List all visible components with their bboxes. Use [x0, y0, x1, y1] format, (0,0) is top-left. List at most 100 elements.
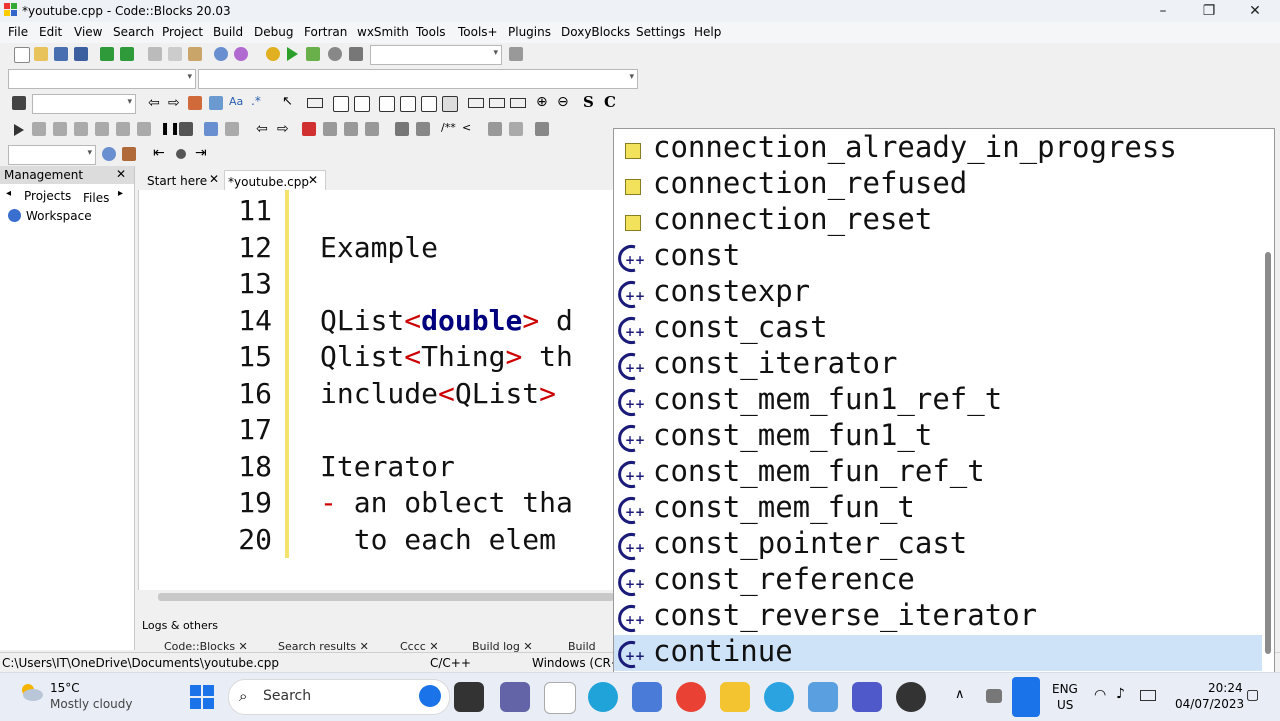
- build-gear-icon[interactable]: [266, 47, 280, 61]
- block-icon-1[interactable]: [379, 96, 395, 112]
- first-icon[interactable]: ⇤: [153, 145, 165, 161]
- input-region[interactable]: US: [1057, 698, 1073, 712]
- step-out-icon[interactable]: [95, 122, 109, 136]
- block-comment-icon[interactable]: /**: [441, 121, 456, 134]
- regex-icon[interactable]: .*: [251, 94, 261, 108]
- jump-forward-icon[interactable]: ⇨: [277, 121, 289, 137]
- redo-icon[interactable]: [120, 47, 134, 61]
- rect-block-icon[interactable]: [307, 98, 323, 108]
- find-icon[interactable]: [214, 47, 228, 61]
- autocomplete-item[interactable]: ++ const_mem_fun_t: [614, 490, 1262, 527]
- debug-windows-icon[interactable]: [204, 122, 218, 136]
- run-icon[interactable]: [287, 47, 298, 61]
- microphone-icon[interactable]: [1012, 677, 1040, 717]
- html-help-icon[interactable]: [509, 122, 523, 136]
- menu-project[interactable]: Project: [162, 25, 203, 39]
- run-to-cursor-icon[interactable]: [32, 122, 46, 136]
- pause-icon[interactable]: ❚❚: [160, 121, 180, 135]
- menu-build[interactable]: Build: [213, 25, 243, 39]
- volume-icon[interactable]: ♪: [1116, 686, 1125, 702]
- target-options-icon[interactable]: [509, 47, 523, 61]
- maximize-button[interactable]: ❐: [1186, 0, 1232, 22]
- highlight-icon[interactable]: [188, 96, 202, 110]
- menu-plugins[interactable]: Plugins: [508, 25, 551, 39]
- c-icon[interactable]: C: [604, 93, 616, 111]
- edge-icon[interactable]: [588, 682, 618, 712]
- menu-file[interactable]: File: [8, 25, 28, 39]
- search-text-select[interactable]: ▾: [32, 94, 136, 114]
- various-info-icon[interactable]: [225, 122, 239, 136]
- close-window-button[interactable]: ✕: [1232, 0, 1278, 22]
- tab-projects[interactable]: Projects: [24, 189, 71, 203]
- step-instruction-icon[interactable]: [137, 122, 151, 136]
- tab-start-here[interactable]: Start here ✕: [142, 170, 222, 190]
- arrow-left-icon[interactable]: ⇦: [148, 95, 160, 111]
- workspace-tree-item[interactable]: Workspace: [26, 209, 92, 223]
- new-file-icon[interactable]: [14, 47, 30, 63]
- wifi-icon[interactable]: ◠: [1094, 687, 1106, 703]
- decision-icon[interactable]: [333, 96, 349, 112]
- autocomplete-item[interactable]: ++ const_mem_fun_ref_t: [614, 454, 1262, 491]
- menu-tools-plus[interactable]: Tools+: [458, 25, 498, 39]
- menu-edit[interactable]: Edit: [39, 25, 62, 39]
- chrome-icon[interactable]: [676, 682, 706, 712]
- block-icon-5[interactable]: [468, 98, 484, 108]
- menu-debug[interactable]: Debug: [254, 25, 293, 39]
- match-case-icon[interactable]: Aa: [229, 95, 243, 108]
- menu-fortran[interactable]: Fortran: [304, 25, 347, 39]
- search-options-icon[interactable]: [122, 147, 136, 161]
- debug-continue-icon[interactable]: [14, 124, 24, 136]
- chat-icon[interactable]: [500, 682, 530, 712]
- clear-icon[interactable]: [12, 96, 26, 110]
- paste-icon[interactable]: [188, 47, 202, 61]
- undo-icon[interactable]: [100, 47, 114, 61]
- open-folder-icon[interactable]: [34, 47, 48, 61]
- autocomplete-item[interactable]: ++ const_pointer_cast: [614, 526, 1262, 563]
- autocomplete-item[interactable]: ++ const_mem_fun1_t: [614, 418, 1262, 455]
- clock-time[interactable]: 20:24: [1208, 681, 1243, 695]
- bookmark-prev-icon[interactable]: [323, 122, 337, 136]
- block-icon-3[interactable]: [421, 96, 437, 112]
- build-target-select[interactable]: ▾: [370, 45, 502, 65]
- bookmark-toggle-icon[interactable]: [302, 122, 316, 136]
- autocomplete-item[interactable]: ++ const_mem_fun1_ref_t: [614, 382, 1262, 419]
- teams-icon[interactable]: [852, 682, 882, 712]
- autocomplete-item[interactable]: ++ const_iterator: [614, 346, 1262, 383]
- close-icon[interactable]: ✕: [209, 172, 219, 186]
- bookmark-clear-icon[interactable]: [365, 122, 379, 136]
- autocomplete-popup[interactable]: connection_already_in_progress connection…: [613, 128, 1275, 674]
- menu-settings[interactable]: Settings: [636, 25, 685, 39]
- selection-icon[interactable]: [209, 96, 223, 110]
- block-icon-7[interactable]: [510, 98, 526, 108]
- last-icon[interactable]: ⇥: [195, 145, 207, 161]
- save-all-icon[interactable]: [74, 47, 88, 61]
- next-instruction-icon[interactable]: [116, 122, 130, 136]
- app-icon[interactable]: [808, 682, 838, 712]
- autocomplete-item[interactable]: ++ const_reference: [614, 562, 1262, 599]
- tab-youtube-cpp[interactable]: *youtube.cpp ✕: [224, 170, 326, 191]
- arrow-right-icon[interactable]: ⇨: [168, 95, 180, 111]
- zoom-in-icon[interactable]: ⊕: [536, 94, 548, 110]
- menu-doxyblocks[interactable]: DoxyBlocks: [561, 25, 630, 39]
- autocomplete-item[interactable]: ++ constexpr: [614, 274, 1262, 311]
- autocomplete-item[interactable]: ++ const_reverse_iterator: [614, 598, 1262, 635]
- zoom-out-icon[interactable]: ⊖: [557, 94, 569, 110]
- function-select[interactable]: ▾: [198, 69, 638, 89]
- weather-temp[interactable]: 15°C: [50, 681, 80, 695]
- minimize-button[interactable]: –: [1140, 0, 1186, 22]
- doxy-run-icon[interactable]: [416, 122, 430, 136]
- menu-view[interactable]: View: [74, 25, 102, 39]
- block-icon-2[interactable]: [400, 96, 416, 112]
- menu-search[interactable]: Search: [113, 25, 154, 39]
- menu-wxsmith[interactable]: wxSmith: [357, 25, 409, 39]
- weather-icon[interactable]: [18, 682, 44, 702]
- s-icon[interactable]: S: [583, 93, 594, 111]
- block-icon-6[interactable]: [489, 98, 505, 108]
- autocomplete-scrollbar[interactable]: [1265, 252, 1271, 654]
- build-run-icon[interactable]: [306, 47, 320, 61]
- bookmark-next-icon[interactable]: [344, 122, 358, 136]
- close-icon[interactable]: ✕: [308, 173, 318, 187]
- start-icon[interactable]: [190, 685, 214, 709]
- task-view-icon[interactable]: [454, 682, 484, 712]
- loop-icon[interactable]: [354, 96, 370, 112]
